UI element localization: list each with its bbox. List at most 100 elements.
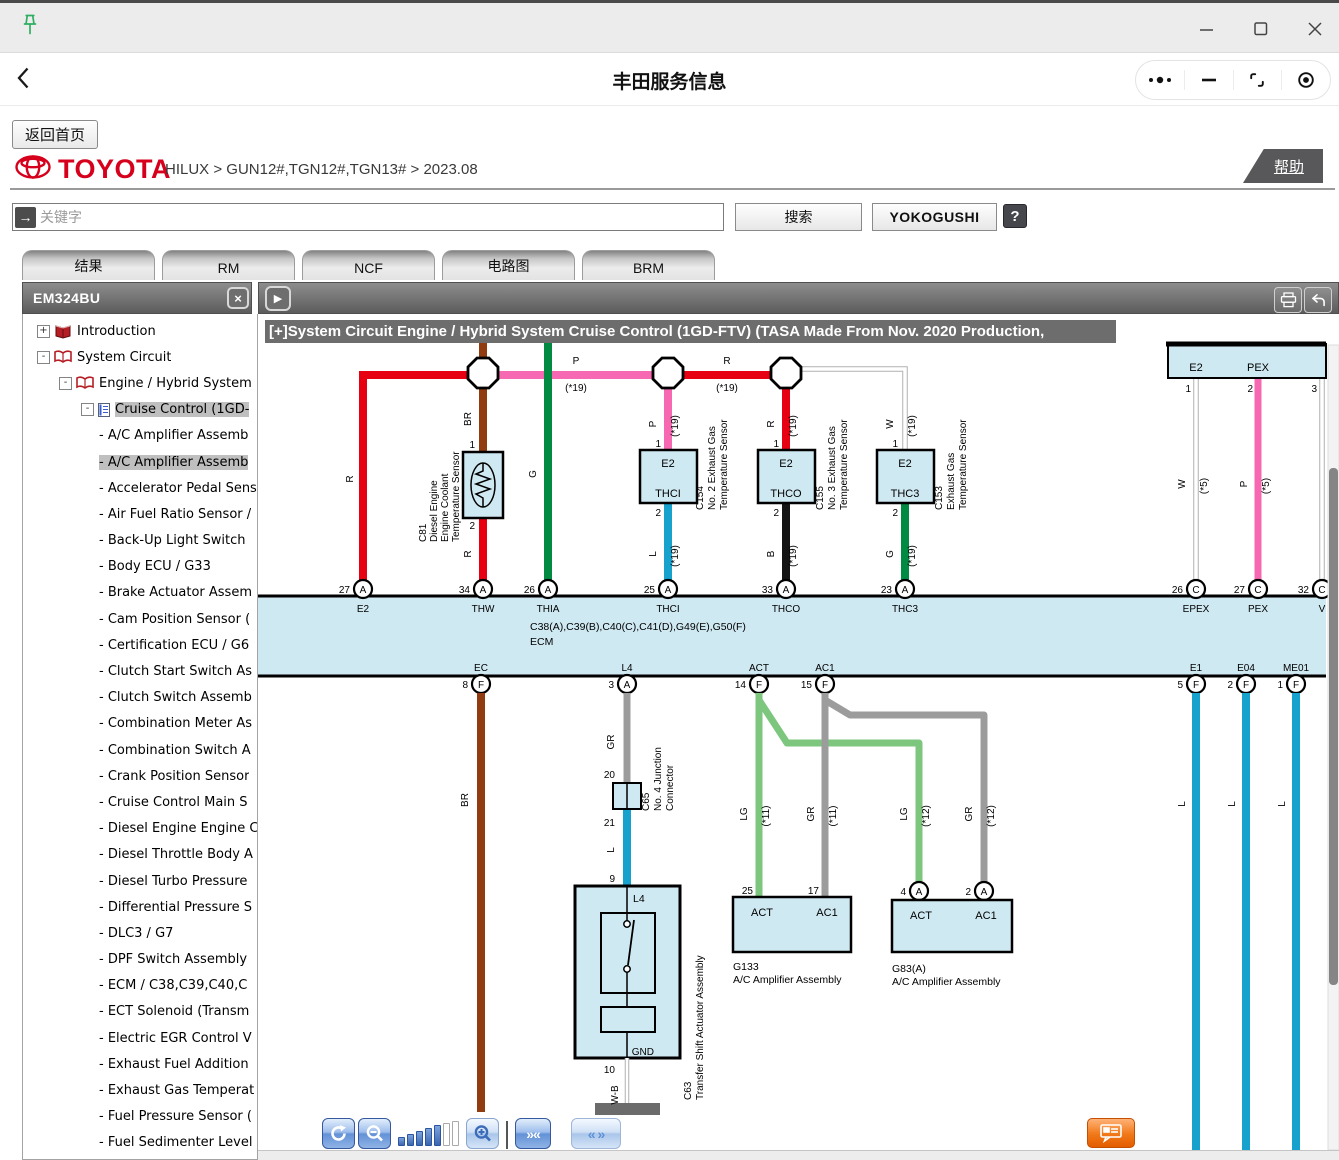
tab-results[interactable]: 结果 <box>22 250 155 280</box>
tab-circuit-diagram[interactable]: 电路图 <box>442 250 575 280</box>
pin-icon[interactable] <box>18 12 42 43</box>
toyota-logo-icon <box>14 150 52 189</box>
tab-brm[interactable]: BRM <box>582 250 715 280</box>
zoom-in-icon[interactable] <box>466 1118 499 1149</box>
svg-text:20: 20 <box>604 770 616 781</box>
tree-leaf-item[interactable]: - Fuel Sedimenter Level <box>23 1130 257 1156</box>
yokogushi-button[interactable]: YOKOGUSHI <box>872 203 997 231</box>
svg-text:(*12): (*12) <box>986 805 997 827</box>
tree-node-item[interactable]: -System Circuit <box>23 344 257 370</box>
tree-leaf-item[interactable]: - Clutch Switch Assemb <box>23 685 257 711</box>
tree-expander-icon[interactable]: - <box>37 351 50 364</box>
tree-leaf-item[interactable]: - Electric EGR Control V <box>23 1025 257 1051</box>
help-button[interactable]: 帮助 <box>1243 149 1323 183</box>
sidebar-tree[interactable]: +Introduction-System Circuit-Engine / Hy… <box>22 314 258 1160</box>
more-icon[interactable] <box>1136 69 1184 91</box>
search-button[interactable]: 搜索 <box>735 203 862 231</box>
svg-text:L4: L4 <box>621 663 633 674</box>
svg-text:E2: E2 <box>779 458 792 470</box>
tree-node-item[interactable]: +Introduction <box>23 318 257 344</box>
search-arrow-icon[interactable]: → <box>15 207 36 228</box>
breadcrumb[interactable]: HILUX > GUN12#,TGN12#,TGN13# > 2023.08 <box>165 160 478 180</box>
wiring-diagram-canvas[interactable]: 1 2 C81 Diesel Engine Engine Coolant Tem… <box>258 314 1339 1160</box>
close-icon[interactable] <box>1301 15 1329 43</box>
tree-leaf-item[interactable]: - ECT Solenoid (Transm <box>23 999 257 1025</box>
tree-leaf-item[interactable]: - Crank Position Sensor <box>23 763 257 789</box>
undo-icon[interactable] <box>1304 287 1332 313</box>
search-input[interactable] <box>36 209 723 225</box>
question-icon[interactable]: ? <box>1003 204 1027 228</box>
feedback-icon[interactable] <box>1087 1118 1135 1148</box>
expand-panel-icon[interactable]: ▶ <box>265 286 291 311</box>
tree-leaf-item[interactable]: - A/C Amplifier Assemb <box>23 449 257 475</box>
home-button[interactable]: 返回首页 <box>12 120 98 149</box>
tree-leaf-item[interactable]: - A/C Amplifier Assemb <box>23 423 257 449</box>
tree-leaf-item[interactable]: - Exhaust Fuel Addition <box>23 1051 257 1077</box>
page-nav-icon[interactable]: « » <box>571 1118 621 1149</box>
zoom-level-bars[interactable] <box>398 1118 459 1149</box>
tree-leaf-item[interactable]: - DLC3 / G7 <box>23 920 257 946</box>
tree-leaf-item[interactable]: - DPF Switch Assembly <box>23 947 257 973</box>
svg-text:27: 27 <box>339 585 351 596</box>
tree-leaf-item[interactable]: - Cam Position Sensor ( <box>23 606 257 632</box>
svg-text:C154: C154 <box>695 486 706 510</box>
tree-leaf-item[interactable]: - Back-Up Light Switch <box>23 528 257 554</box>
tree-expander-icon[interactable]: + <box>37 325 50 338</box>
svg-text:8: 8 <box>462 680 468 691</box>
tree-node-item[interactable]: -Cruise Control (1GD- <box>23 397 257 423</box>
ground-bar <box>595 1103 660 1115</box>
fit-icon[interactable]: »« <box>515 1118 551 1149</box>
svg-text:F: F <box>1193 680 1199 691</box>
print-icon[interactable] <box>1274 287 1302 313</box>
search-box[interactable]: → <box>12 203 724 231</box>
tree-expander-icon[interactable]: - <box>59 377 72 390</box>
svg-text:(*19): (*19) <box>907 415 918 437</box>
tab-ncf[interactable]: NCF <box>302 250 435 280</box>
svg-text:EPEX: EPEX <box>1183 604 1210 615</box>
svg-text:F: F <box>1293 680 1299 691</box>
svg-text:W-B: W-B <box>610 1085 621 1105</box>
tree-leaf-item[interactable]: - Combination Switch A <box>23 737 257 763</box>
svg-text:L4: L4 <box>633 893 645 905</box>
tree-leaf-item[interactable]: - Certification ECU / G6 <box>23 632 257 658</box>
svg-text:A: A <box>360 585 367 596</box>
tree-leaf-item[interactable]: - Body ECU / G33 <box>23 554 257 580</box>
relaunch-icon[interactable] <box>1234 69 1282 91</box>
tree-leaf-item[interactable]: - ECM / C38,C39,C40,C <box>23 973 257 999</box>
svg-text:(*5): (*5) <box>1261 478 1272 494</box>
tree-leaf-item[interactable]: - Air Fuel Ratio Sensor / <box>23 501 257 527</box>
collapse-icon[interactable] <box>1185 69 1233 91</box>
tree-leaf-item[interactable]: - Differential Pressure S <box>23 894 257 920</box>
tree-leaf-item[interactable]: - Fuel Pressure Sensor ( <box>23 1104 257 1130</box>
bottom-scroll-strip[interactable] <box>258 1150 1339 1160</box>
tree-leaf-item[interactable]: - Diesel Engine Engine C <box>23 816 257 842</box>
tree-node-item[interactable]: -Engine / Hybrid System <box>23 370 257 396</box>
tree-expander-icon[interactable]: - <box>81 403 94 416</box>
svg-text:ECM: ECM <box>530 636 553 648</box>
tree-leaf-item[interactable]: - Brake Actuator Assem <box>23 580 257 606</box>
svg-text:C63: C63 <box>683 1081 694 1100</box>
zoom-out-icon[interactable] <box>358 1118 391 1149</box>
book-open-icon <box>76 376 94 390</box>
tree-leaf-item[interactable]: - Accelerator Pedal Sens <box>23 475 257 501</box>
minimize-icon[interactable] <box>1193 15 1221 43</box>
tab-rm[interactable]: RM <box>162 250 295 280</box>
tree-leaf-item[interactable]: - Diesel Turbo Pressure <box>23 868 257 894</box>
tree-leaf-item[interactable]: - Combination Meter As <box>23 711 257 737</box>
svg-text:A: A <box>480 585 487 596</box>
exit-target-icon[interactable] <box>1282 69 1330 91</box>
diagram-code: EM324BU <box>33 290 100 306</box>
svg-text:THC3: THC3 <box>891 488 920 500</box>
svg-text:(*19): (*19) <box>788 545 799 567</box>
tree-leaf-item[interactable]: - Cruise Control Main S <box>23 789 257 815</box>
maximize-icon[interactable] <box>1247 15 1275 43</box>
refresh-icon[interactable] <box>322 1118 355 1149</box>
close-panel-icon[interactable]: × <box>227 287 249 309</box>
tree-leaf-item[interactable]: - Diesel Throttle Body A <box>23 842 257 868</box>
svg-text:2: 2 <box>1227 680 1233 691</box>
svg-text:G: G <box>885 550 896 558</box>
svg-text:No. 4 Junction: No. 4 Junction <box>653 747 664 811</box>
tree-leaf-item[interactable]: - Clutch Start Switch As <box>23 658 257 684</box>
tree-leaf-item[interactable]: - Exhaust Gas Temperat <box>23 1077 257 1103</box>
diagram-scrollbar[interactable] <box>1328 345 1339 1150</box>
